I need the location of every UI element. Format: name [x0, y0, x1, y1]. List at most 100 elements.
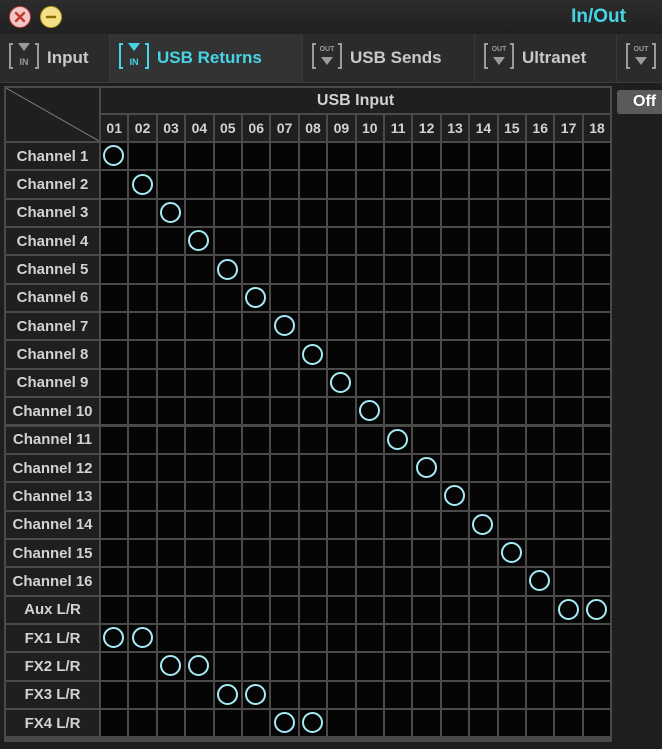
matrix-cell[interactable]	[583, 171, 613, 200]
matrix-cell[interactable]	[299, 284, 329, 314]
matrix-cell[interactable]	[129, 511, 158, 540]
matrix-cell[interactable]	[186, 398, 215, 427]
matrix-cell[interactable]	[441, 483, 471, 512]
matrix-cell[interactable]	[356, 624, 385, 654]
matrix-cell[interactable]	[271, 454, 300, 484]
matrix-cell[interactable]	[157, 710, 187, 739]
matrix-cell[interactable]	[441, 681, 471, 710]
matrix-cell[interactable]	[328, 681, 357, 710]
matrix-cell[interactable]	[527, 710, 556, 739]
matrix-cell[interactable]	[583, 511, 613, 540]
matrix-cell[interactable]	[470, 398, 499, 427]
matrix-cell[interactable]	[243, 653, 272, 682]
tab-usb-sends[interactable]: OUT USB Sends	[303, 34, 475, 82]
matrix-cell[interactable]	[441, 143, 471, 172]
matrix-cell[interactable]	[583, 454, 613, 484]
matrix-cell[interactable]	[243, 681, 272, 710]
matrix-cell[interactable]	[555, 681, 584, 710]
matrix-cell[interactable]	[214, 511, 243, 540]
matrix-cell[interactable]	[214, 341, 243, 370]
matrix-cell[interactable]	[157, 511, 187, 540]
matrix-cell[interactable]	[385, 228, 414, 257]
matrix-cell[interactable]	[186, 539, 215, 569]
matrix-cell[interactable]	[413, 454, 442, 484]
matrix-cell[interactable]	[328, 624, 357, 654]
matrix-cell[interactable]	[441, 624, 471, 654]
matrix-cell[interactable]	[186, 710, 215, 739]
matrix-cell[interactable]	[555, 426, 584, 455]
matrix-cell[interactable]	[498, 284, 527, 314]
matrix-cell[interactable]	[527, 171, 556, 200]
matrix-cell[interactable]	[129, 426, 158, 455]
matrix-cell[interactable]	[583, 228, 613, 257]
matrix-cell[interactable]	[299, 596, 329, 625]
matrix-cell[interactable]	[101, 426, 130, 455]
matrix-cell[interactable]	[101, 341, 130, 370]
matrix-cell[interactable]	[129, 284, 158, 314]
matrix-cell[interactable]	[498, 313, 527, 342]
matrix-cell[interactable]	[356, 313, 385, 342]
matrix-cell[interactable]	[129, 653, 158, 682]
matrix-cell[interactable]	[583, 596, 613, 625]
matrix-cell[interactable]	[186, 624, 215, 654]
matrix-cell[interactable]	[299, 256, 329, 285]
matrix-cell[interactable]	[271, 539, 300, 569]
matrix-cell[interactable]	[214, 199, 243, 229]
matrix-cell[interactable]	[243, 710, 272, 739]
matrix-cell[interactable]	[527, 483, 556, 512]
matrix-cell[interactable]	[527, 624, 556, 654]
matrix-cell[interactable]	[356, 341, 385, 370]
matrix-cell[interactable]	[356, 171, 385, 200]
matrix-cell[interactable]	[583, 143, 613, 172]
matrix-cell[interactable]	[243, 199, 272, 229]
matrix-cell[interactable]	[441, 284, 471, 314]
matrix-cell[interactable]	[385, 624, 414, 654]
matrix-cell[interactable]	[299, 511, 329, 540]
matrix-cell[interactable]	[356, 199, 385, 229]
matrix-cell[interactable]	[441, 596, 471, 625]
matrix-cell[interactable]	[101, 624, 130, 654]
matrix-cell[interactable]	[243, 511, 272, 540]
matrix-cell[interactable]	[470, 681, 499, 710]
matrix-cell[interactable]	[101, 568, 130, 597]
matrix-cell[interactable]	[101, 171, 130, 200]
matrix-cell[interactable]	[157, 653, 187, 682]
matrix-cell[interactable]	[157, 143, 187, 172]
matrix-cell[interactable]	[555, 398, 584, 427]
matrix-cell[interactable]	[527, 143, 556, 172]
matrix-cell[interactable]	[583, 483, 613, 512]
matrix-cell[interactable]	[583, 369, 613, 399]
matrix-cell[interactable]	[356, 398, 385, 427]
matrix-cell[interactable]	[555, 511, 584, 540]
matrix-cell[interactable]	[243, 624, 272, 654]
matrix-cell[interactable]	[441, 568, 471, 597]
matrix-cell[interactable]	[498, 398, 527, 427]
matrix-cell[interactable]	[441, 539, 471, 569]
matrix-cell[interactable]	[299, 228, 329, 257]
close-icon[interactable]	[9, 6, 31, 28]
matrix-cell[interactable]	[470, 596, 499, 625]
matrix-cell[interactable]	[470, 369, 499, 399]
matrix-cell[interactable]	[356, 454, 385, 484]
matrix-cell[interactable]	[299, 454, 329, 484]
matrix-cell[interactable]	[101, 284, 130, 314]
matrix-cell[interactable]	[356, 511, 385, 540]
matrix-cell[interactable]	[527, 398, 556, 427]
minimize-icon[interactable]	[40, 6, 62, 28]
matrix-cell[interactable]	[186, 568, 215, 597]
matrix-cell[interactable]	[271, 483, 300, 512]
matrix-cell[interactable]	[498, 710, 527, 739]
matrix-cell[interactable]	[243, 341, 272, 370]
matrix-cell[interactable]	[441, 228, 471, 257]
matrix-cell[interactable]	[243, 256, 272, 285]
matrix-cell[interactable]	[186, 454, 215, 484]
matrix-cell[interactable]	[328, 483, 357, 512]
matrix-cell[interactable]	[129, 681, 158, 710]
matrix-cell[interactable]	[129, 369, 158, 399]
matrix-cell[interactable]	[441, 511, 471, 540]
matrix-cell[interactable]	[413, 483, 442, 512]
matrix-cell[interactable]	[299, 369, 329, 399]
matrix-cell[interactable]	[527, 568, 556, 597]
matrix-cell[interactable]	[555, 143, 584, 172]
matrix-cell[interactable]	[186, 313, 215, 342]
